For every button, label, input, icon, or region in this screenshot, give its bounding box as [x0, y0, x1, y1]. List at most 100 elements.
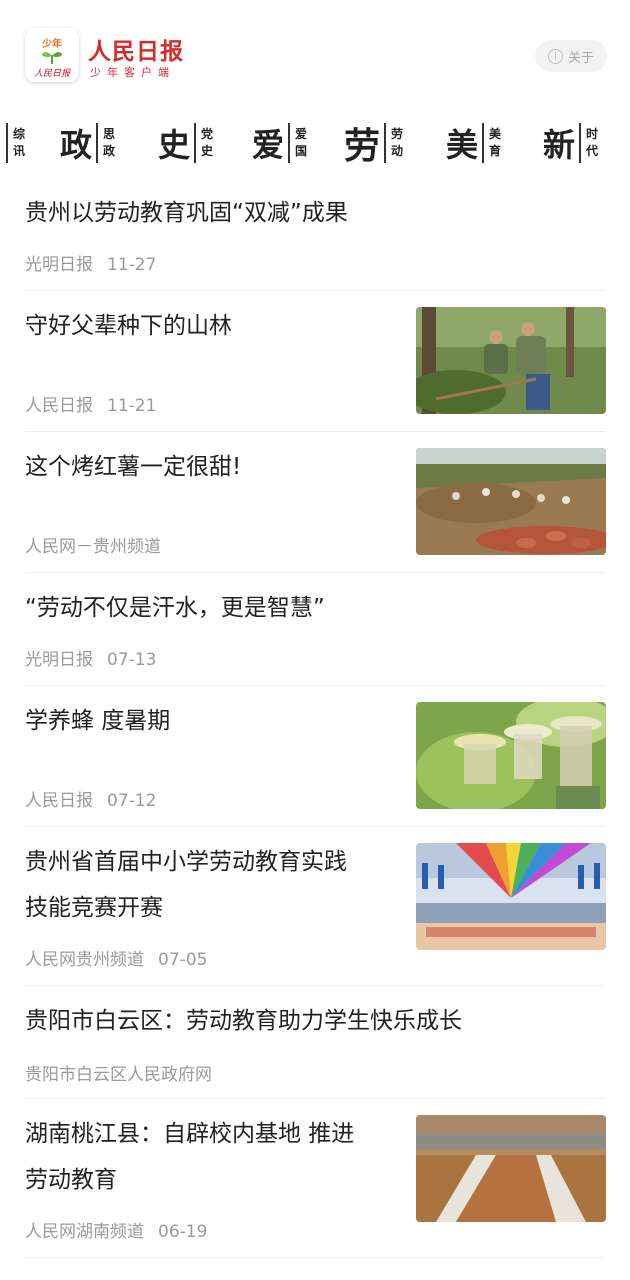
category-big-label: 劳 [344, 125, 381, 167]
news-meta: 光明日报 11-27 [25, 250, 156, 275]
category-nav: 综 讯 政 思 政 史 党 史 爱 爱 国 劳 劳 动 美 美 育 新 时 代 [0, 118, 630, 168]
category-comprehensive[interactable]: 综 讯 [6, 118, 26, 168]
beekeeping-image [416, 702, 606, 809]
news-date: 11-21 [107, 396, 157, 416]
category-small-label: 讯 [12, 144, 25, 158]
app-header: 少年 人民日报 人民日报 少年客户端 i 关于 [0, 0, 630, 110]
news-title-line: “劳动不仅是汗水，更是智慧” [25, 595, 325, 621]
category-big-label: 史 [158, 126, 191, 164]
category-small-label: 爱 [295, 127, 308, 141]
news-source: 光明日报 [25, 255, 93, 275]
brand-title: 人民日报 [88, 39, 184, 65]
news-thumbnail[interactable] [416, 307, 606, 414]
category-small-label: 劳 [391, 127, 404, 141]
news-item[interactable]: 这个烤红薯一定很甜! 人民网－贵州频道 [25, 432, 606, 573]
news-date: 07-13 [107, 650, 157, 670]
news-title[interactable]: “劳动不仅是汗水，更是智慧” [25, 585, 325, 631]
news-title[interactable]: 贵州省首届中小学劳动教育实践 技能竞赛开赛 [25, 839, 347, 931]
info-icon: i [547, 48, 563, 64]
sprout-icon [42, 52, 62, 64]
news-source: 贵阳市白云区人民政府网 [25, 1065, 212, 1085]
news-meta: 人民网－贵州频道 [25, 532, 161, 557]
category-small-label: 育 [489, 144, 502, 158]
news-thumbnail[interactable] [416, 843, 606, 950]
category-big-label: 美 [446, 126, 479, 164]
news-source: 光明日报 [25, 650, 93, 670]
category-aesthetics[interactable]: 美 美 育 [446, 118, 502, 168]
news-title-line: 贵阳市白云区：劳动教育助力学生快乐成长 [25, 1008, 462, 1034]
news-date: 07-12 [107, 791, 157, 811]
news-item[interactable]: “劳动不仅是汗水，更是智慧” 光明日报 07-13 [25, 573, 606, 686]
category-divider [288, 123, 291, 163]
news-thumbnail[interactable] [416, 448, 606, 555]
news-title-line: 贵州以劳动教育巩固“双减”成果 [25, 200, 348, 226]
category-small-label: 代 [586, 144, 599, 158]
news-title[interactable]: 学养蜂 度暑期 [25, 698, 170, 744]
news-title[interactable]: 这个烤红薯一定很甜! [25, 444, 241, 490]
sweet-potato-field-image [416, 448, 606, 555]
news-date: 06-19 [158, 1222, 208, 1242]
news-item[interactable]: 贵州以劳动教育巩固“双减”成果 光明日报 11-27 [25, 180, 606, 291]
category-divider [194, 123, 197, 163]
news-item[interactable]: 守好父辈种下的山林 人民日报 11-21 [25, 291, 606, 432]
category-small-label: 政 [103, 144, 116, 158]
category-small-label: 动 [391, 144, 404, 158]
category-big-label: 政 [60, 126, 93, 164]
news-date: 11-27 [107, 255, 157, 275]
news-title-line: 贵州省首届中小学劳动教育实践 [25, 849, 347, 875]
news-title[interactable]: 湖南桃江县：自辟校内基地 推进 劳动教育 [25, 1111, 354, 1203]
category-new-era[interactable]: 新 时 代 [543, 118, 599, 168]
news-title[interactable]: 贵阳市白云区：劳动教育助力学生快乐成长 [25, 998, 462, 1044]
news-title-line: 湖南桃江县：自辟校内基地 推进 [25, 1121, 355, 1147]
category-small-label: 美 [489, 127, 502, 141]
category-small-label: 史 [201, 144, 214, 158]
category-divider [482, 123, 485, 163]
news-title-line: 这个烤红薯一定很甜! [25, 454, 242, 480]
news-item[interactable]: 湖南桃江县：自辟校内基地 推进 劳动教育 人民网湖南频道 06-19 [25, 1099, 606, 1258]
category-small-label: 党 [201, 127, 214, 141]
news-title-line: 劳动教育 [25, 1167, 117, 1193]
category-small-label: 思 [103, 127, 116, 141]
news-source: 人民网贵州频道 [25, 950, 144, 970]
category-patriotism[interactable]: 爱 爱 国 [252, 118, 308, 168]
category-divider [6, 123, 8, 163]
category-big-label: 新 [543, 126, 576, 164]
brand-subtitle: 少年客户端 [90, 66, 175, 79]
forest-workers-image [416, 307, 606, 414]
news-meta: 人民日报 07-12 [25, 786, 156, 811]
category-history[interactable]: 史 党 史 [158, 118, 214, 168]
category-divider [384, 123, 387, 163]
news-item[interactable]: 学养蜂 度暑期 人民日报 07-12 [25, 686, 606, 827]
app-logo: 少年 人民日报 [25, 28, 79, 82]
news-title-line: 守好父辈种下的山林 [25, 313, 232, 339]
about-label: 关于 [567, 50, 594, 66]
category-politics[interactable]: 政 思 政 [60, 118, 116, 168]
category-small-label: 国 [295, 144, 308, 158]
news-item[interactable]: 贵州省首届中小学劳动教育实践 技能竞赛开赛 人民网贵州频道 07-05 [25, 827, 606, 986]
news-meta: 人民网贵州频道 07-05 [25, 945, 207, 970]
news-source: 人民网湖南频道 [25, 1222, 144, 1242]
news-meta: 人民网湖南频道 06-19 [25, 1217, 207, 1242]
category-labor[interactable]: 劳 劳 动 [344, 118, 404, 168]
news-meta: 贵阳市白云区人民政府网 [25, 1060, 212, 1085]
news-source: 人民日报 [25, 791, 93, 811]
category-divider [579, 123, 582, 163]
news-date: 07-05 [158, 950, 208, 970]
news-meta: 人民日报 11-21 [25, 391, 156, 416]
news-thumbnail[interactable] [416, 702, 606, 809]
category-big-label: 爱 [252, 126, 285, 164]
school-field-image [416, 1115, 606, 1222]
news-title-line: 学养蜂 度暑期 [25, 708, 171, 734]
logo-bottom-text: 人民日报 [33, 69, 70, 79]
category-small-label: 时 [586, 127, 599, 141]
news-title[interactable]: 贵州以劳动教育巩固“双减”成果 [25, 190, 348, 236]
news-source: 人民网－贵州频道 [25, 537, 161, 557]
news-meta: 光明日报 07-13 [25, 645, 156, 670]
news-thumbnail[interactable] [416, 1115, 606, 1222]
news-item[interactable]: 贵阳市白云区：劳动教育助力学生快乐成长 贵阳市白云区人民政府网 [25, 986, 606, 1099]
news-source: 人民日报 [25, 396, 93, 416]
about-button[interactable]: i 关于 [535, 40, 607, 72]
category-small-label: 综 [12, 127, 25, 141]
news-title-line: 技能竞赛开赛 [25, 895, 163, 921]
news-title[interactable]: 守好父辈种下的山林 [25, 303, 232, 349]
